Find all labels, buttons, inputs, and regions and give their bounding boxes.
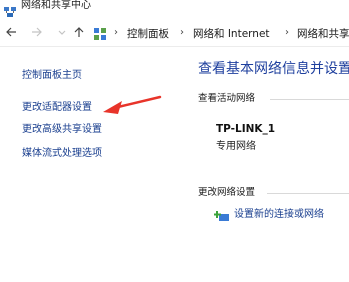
- change-settings-label: 更改网络设置: [198, 187, 256, 198]
- annotation-arrow-icon: [103, 95, 162, 114]
- network-name: TP-LINK_1: [216, 123, 276, 135]
- setup-new-connection-link[interactable]: 设置新的连接或网络: [234, 209, 324, 221]
- network-type: 专用网络: [216, 141, 256, 152]
- network-sharing-center-window: 网络和共享中心 › 控制面板 › 网络和 Internet › 网络和共享 控制…: [0, 0, 349, 282]
- section-divider: [270, 99, 349, 100]
- page-title: 查看基本网络信息并设置: [198, 61, 349, 77]
- active-networks-label: 查看活动网络: [198, 93, 256, 104]
- section-divider: [267, 193, 349, 194]
- new-connection-icon: [214, 208, 230, 221]
